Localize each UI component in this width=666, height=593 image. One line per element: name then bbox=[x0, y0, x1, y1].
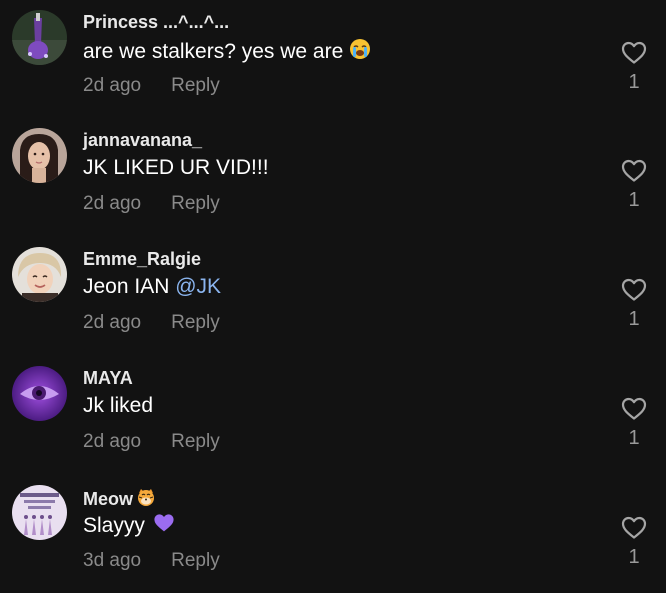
like-count: 1 bbox=[628, 427, 640, 449]
username[interactable]: Emme_Ralgie bbox=[83, 249, 201, 270]
reply-button[interactable]: Reply bbox=[171, 75, 220, 96]
reply-button[interactable]: Reply bbox=[171, 550, 220, 571]
like-control: 1 bbox=[614, 516, 654, 569]
heart-outline-icon[interactable] bbox=[621, 41, 647, 65]
comment-body: Slayyy bbox=[83, 514, 145, 537]
timestamp: 2d ago bbox=[83, 193, 142, 214]
comment-item: Princess ...^...^... are we stalkers? ye… bbox=[0, 0, 666, 118]
timestamp: 3d ago bbox=[83, 550, 142, 571]
tiger-face-emoji-icon bbox=[136, 487, 156, 512]
heart-outline-icon[interactable] bbox=[621, 397, 647, 421]
timestamp: 2d ago bbox=[83, 312, 142, 333]
avatar[interactable] bbox=[12, 366, 67, 421]
comment-text: Slayyy bbox=[83, 513, 175, 539]
purple-heart-emoji-icon bbox=[153, 513, 175, 539]
comment-meta: 2d ago Reply bbox=[83, 312, 220, 334]
comment-body: are we stalkers? yes we are bbox=[83, 40, 344, 63]
mention-link[interactable]: @JK bbox=[175, 275, 221, 299]
comment-text: Jk liked bbox=[83, 394, 153, 418]
reply-button[interactable]: Reply bbox=[171, 431, 220, 452]
timestamp: 2d ago bbox=[83, 75, 142, 96]
like-control: 1 bbox=[614, 41, 654, 94]
reply-button[interactable]: Reply bbox=[171, 312, 220, 333]
username[interactable]: Princess ...^...^... bbox=[83, 12, 229, 33]
like-control: 1 bbox=[614, 159, 654, 212]
comment-item: jannavanana_ JK LIKED UR VID!!! 2d ago Re… bbox=[0, 118, 666, 236]
comment-item: Emme_Ralgie Jeon IAN @JK 2d ago Reply 1 bbox=[0, 237, 666, 355]
comment-item: MAYA Jk liked 2d ago Reply 1 bbox=[0, 356, 666, 474]
timestamp: 2d ago bbox=[83, 431, 142, 452]
avatar[interactable] bbox=[12, 247, 67, 302]
username-text: Meow bbox=[83, 489, 134, 509]
comment-body: JK LIKED UR VID!!! bbox=[83, 156, 269, 179]
like-control: 1 bbox=[614, 397, 654, 450]
heart-outline-icon[interactable] bbox=[621, 159, 647, 183]
comment-meta: 2d ago Reply bbox=[83, 431, 220, 453]
loudly-crying-face-emoji-icon bbox=[349, 38, 371, 66]
avatar[interactable] bbox=[12, 128, 67, 183]
heart-outline-icon[interactable] bbox=[621, 516, 647, 540]
username[interactable]: jannavanana_ bbox=[83, 130, 202, 151]
like-count: 1 bbox=[628, 546, 640, 568]
comment-text: Jeon IAN @JK bbox=[83, 275, 221, 299]
username[interactable]: Meow bbox=[83, 487, 156, 512]
comment-text: JK LIKED UR VID!!! bbox=[83, 156, 269, 180]
reply-button[interactable]: Reply bbox=[171, 193, 220, 214]
avatar[interactable] bbox=[12, 485, 67, 540]
like-count: 1 bbox=[628, 308, 640, 330]
heart-outline-icon[interactable] bbox=[621, 278, 647, 302]
comment-text: are we stalkers? yes we are bbox=[83, 38, 371, 66]
username[interactable]: MAYA bbox=[83, 368, 133, 389]
comment-meta: 2d ago Reply bbox=[83, 75, 220, 97]
comment-item: Meow Slayyy 3d ago Reply 1 bbox=[0, 475, 666, 593]
comment-meta: 2d ago Reply bbox=[83, 193, 220, 215]
like-count: 1 bbox=[628, 71, 640, 93]
comment-body: Jeon IAN bbox=[83, 275, 170, 298]
like-control: 1 bbox=[614, 278, 654, 331]
comment-meta: 3d ago Reply bbox=[83, 550, 220, 572]
comment-body: Jk liked bbox=[83, 394, 154, 417]
like-count: 1 bbox=[628, 189, 640, 211]
avatar[interactable] bbox=[12, 10, 67, 65]
